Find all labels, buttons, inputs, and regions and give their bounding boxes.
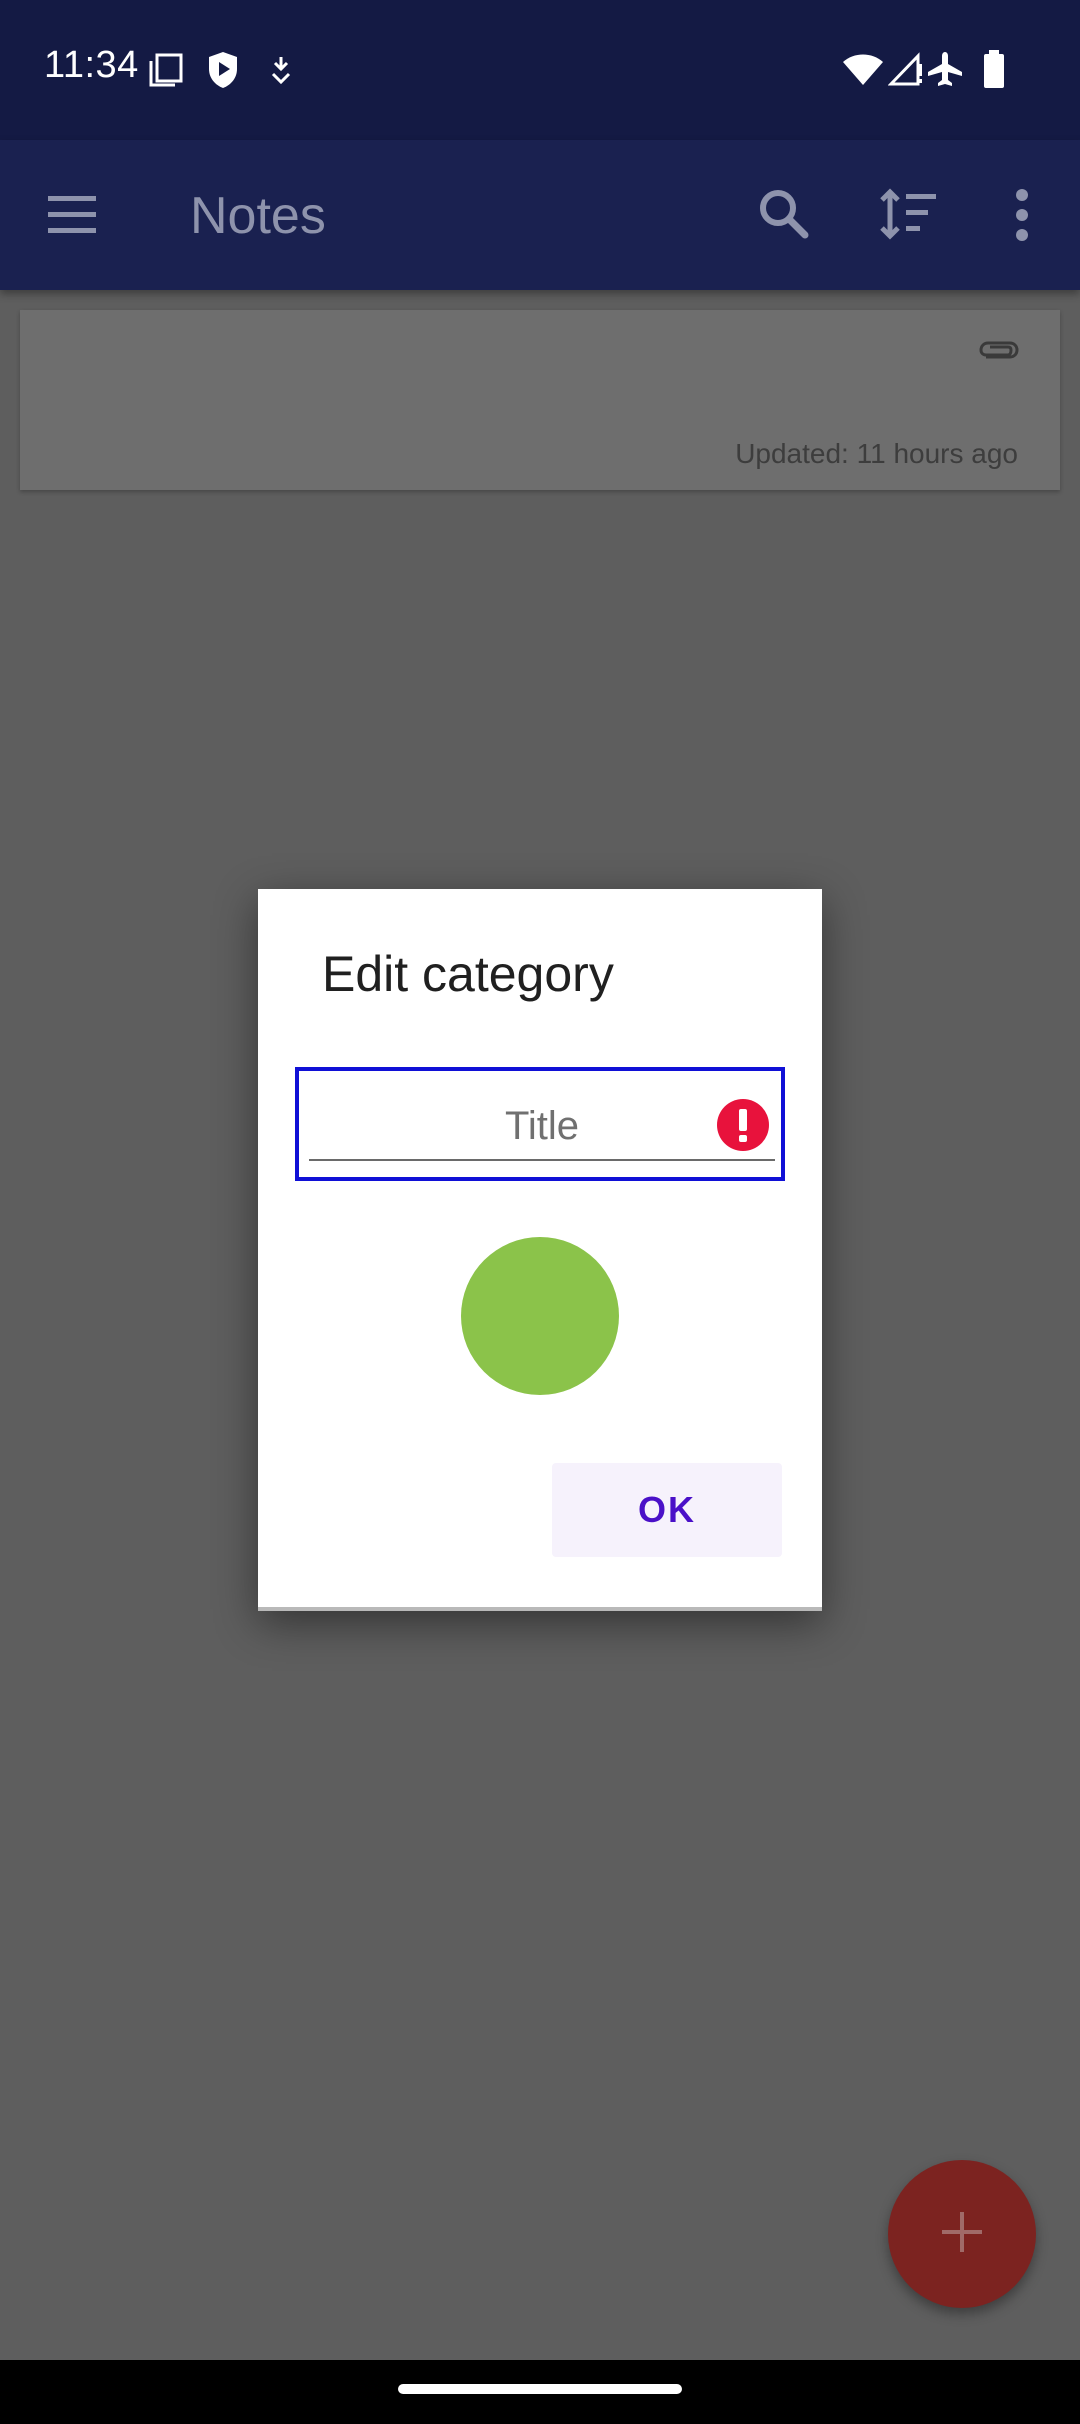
- shield-play-icon: [206, 50, 240, 95]
- edit-category-dialog: Edit category OK: [258, 889, 822, 1611]
- home-gesture-handle[interactable]: [398, 2384, 682, 2394]
- title-input[interactable]: [309, 1071, 775, 1161]
- app-bar: Notes: [0, 140, 1080, 290]
- category-color-swatch[interactable]: [461, 1237, 619, 1395]
- search-icon[interactable]: [758, 188, 810, 245]
- add-note-fab[interactable]: [888, 2160, 1036, 2308]
- attachment-icon: [978, 338, 1020, 369]
- app-title: Notes: [190, 187, 326, 245]
- download-icon: [268, 54, 294, 93]
- error-icon: [717, 1099, 769, 1156]
- ok-button[interactable]: OK: [552, 1463, 782, 1557]
- more-vert-icon[interactable]: [1014, 188, 1030, 247]
- status-bar: 11:34: [0, 0, 1080, 140]
- plus-icon: [940, 2210, 984, 2259]
- status-time: 11:34: [44, 44, 139, 86]
- battery-icon: [982, 50, 1006, 95]
- signal-icon: [887, 52, 924, 91]
- title-field-container: [295, 1067, 785, 1181]
- screenshot-icon: [148, 52, 184, 93]
- wifi-icon: [842, 52, 884, 91]
- dialog-title: Edit category: [322, 946, 614, 1002]
- sort-icon[interactable]: [880, 188, 940, 245]
- note-card[interactable]: Updated: 11 hours ago: [20, 310, 1060, 490]
- note-updated: Updated: 11 hours ago: [735, 438, 1018, 469]
- menu-icon[interactable]: [46, 194, 98, 239]
- nav-bar: [0, 2360, 1080, 2424]
- airplane-icon: [926, 50, 964, 93]
